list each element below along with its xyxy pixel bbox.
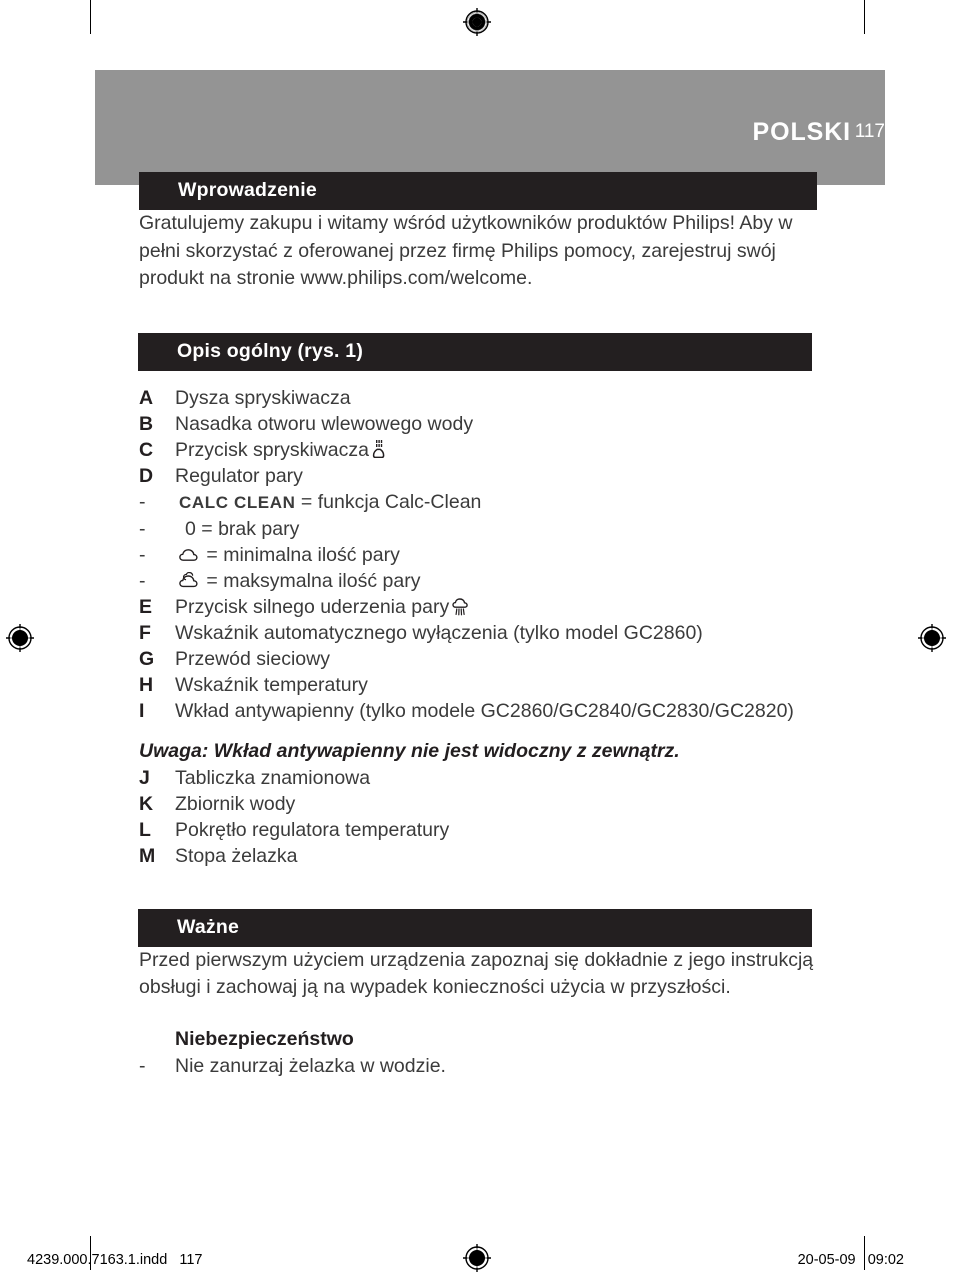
section-heading-wprowadzenie: Wprowadzenie [139,172,817,210]
footer-filename: 4239.000.7163.1.indd 117 [27,1252,203,1268]
page-number: 117 [854,121,885,142]
item-key: C [139,438,154,461]
item-key: D [139,464,154,487]
list-item: L Pokrętło regulatora temperatury [139,817,817,843]
registration-mark-right [918,624,946,652]
item-key: J [139,766,150,789]
item-label: Przycisk silnego uderzenia pary [175,595,450,618]
list-item: K Zbiornik wody [139,791,817,817]
item-label: Dysza spryskiwacza [175,386,351,409]
list-item: B Nasadka otworu wlewowego wody [139,411,817,437]
footer-timestamp: 20-05-09 09:02 [797,1252,904,1268]
item-label: = maksymalna ilość pary [201,569,421,592]
list-item: M Stopa żelazka [139,843,817,869]
item-label: Nasadka otworu wlewowego wody [175,412,474,435]
item-key: G [139,647,155,670]
item-label: Tabliczka znamionowa [175,766,371,789]
page-footer: 4239.000.7163.1.indd 117 20-05-09 09:02 [0,1252,954,1276]
list-item: D Regulator pary [139,463,817,489]
item-label: 0 = brak pary [185,517,300,540]
item-label: Przewód sieciowy [175,647,330,670]
item-label: Stopa żelazka [175,844,298,867]
note-anti-calc: Uwaga: Wkład antywapienny nie jest widoc… [139,739,680,762]
list-item-steam-setting: - 0 = brak pary [139,516,817,542]
intro-paragraph: Gratulujemy zakupu i witamy wśród użytko… [139,212,793,289]
item-bullet: - [139,517,146,540]
item-label: Regulator pary [175,464,303,487]
item-key: A [139,386,154,409]
steam-max-icon [179,571,201,588]
list-item: A Dysza spryskiwacza [139,385,817,411]
item-bullet: - [139,543,146,566]
crop-mark-top-right [864,0,865,34]
list-item: G Przewód sieciowy [139,646,817,672]
list-item-steam-setting: - CALC CLEAN = funkcja Calc-Clean [139,489,817,516]
calc-clean-label: CALC CLEAN [179,492,296,512]
item-label: Pokrętło regulatora temperatury [175,818,450,841]
item-label: Nie zanurzaj żelazka w wodzie. [175,1054,446,1077]
section-heading-wazne: Ważne [138,908,812,947]
item-key: I [139,699,145,722]
section-heading-opis-ogolny: Opis ogólny (rys. 1) [138,332,812,371]
page-title: POLSKI [752,118,851,146]
item-label: Przycisk spryskiwacza [175,438,369,461]
item-key: H [139,673,154,696]
item-key: M [139,844,156,867]
steam-min-icon [179,548,201,562]
list-item: F Wskaźnik automatycznego wyłączenia (ty… [139,620,817,646]
item-label: Zbiornik wody [175,792,296,815]
item-label: Wskaźnik temperatury [175,673,368,696]
list-item: E Przycisk silnego uderzenia pary [139,594,817,620]
spray-icon [372,439,385,458]
list-item: H Wskaźnik temperatury [139,672,817,698]
item-label: = funkcja Calc-Clean [295,490,482,513]
item-bullet: - [139,569,146,592]
list-item-steam-setting: - = minimalna ilość pary [139,542,817,568]
important-paragraph: Przed pierwszym użyciem urządzenia zapoz… [139,948,814,999]
item-key: E [139,595,153,618]
steam-shot-icon [452,597,471,616]
item-key: K [139,792,154,815]
page-content: Wprowadzenie Gratulujemy zakupu i witamy… [138,172,817,1079]
list-item: J Tabliczka znamionowa [139,765,817,791]
registration-mark-left [6,624,34,652]
registration-mark-top [463,8,491,36]
item-bullet: - [139,1054,146,1077]
crop-mark-top-left [90,0,91,34]
list-item: C Przycisk spryskiwacza [139,437,817,463]
list-item: I Wkład antywapienny (tylko modele GC286… [139,698,817,724]
item-key: F [139,621,151,644]
subheading-niebezpieczenstwo: Niebezpieczeństwo [175,1027,354,1050]
item-label: = minimalna ilość pary [201,543,400,566]
list-item-danger: - Nie zanurzaj żelazka w wodzie. [139,1053,817,1079]
item-key: L [139,818,151,841]
item-label: Wkład antywapienny (tylko modele GC2860/… [175,699,794,722]
item-label: Wskaźnik automatycznego wyłączenia (tylk… [175,621,703,644]
list-item-steam-setting: - = maksymalna ilość pary [139,568,817,594]
item-key: B [139,412,154,435]
item-bullet: - [139,490,146,513]
